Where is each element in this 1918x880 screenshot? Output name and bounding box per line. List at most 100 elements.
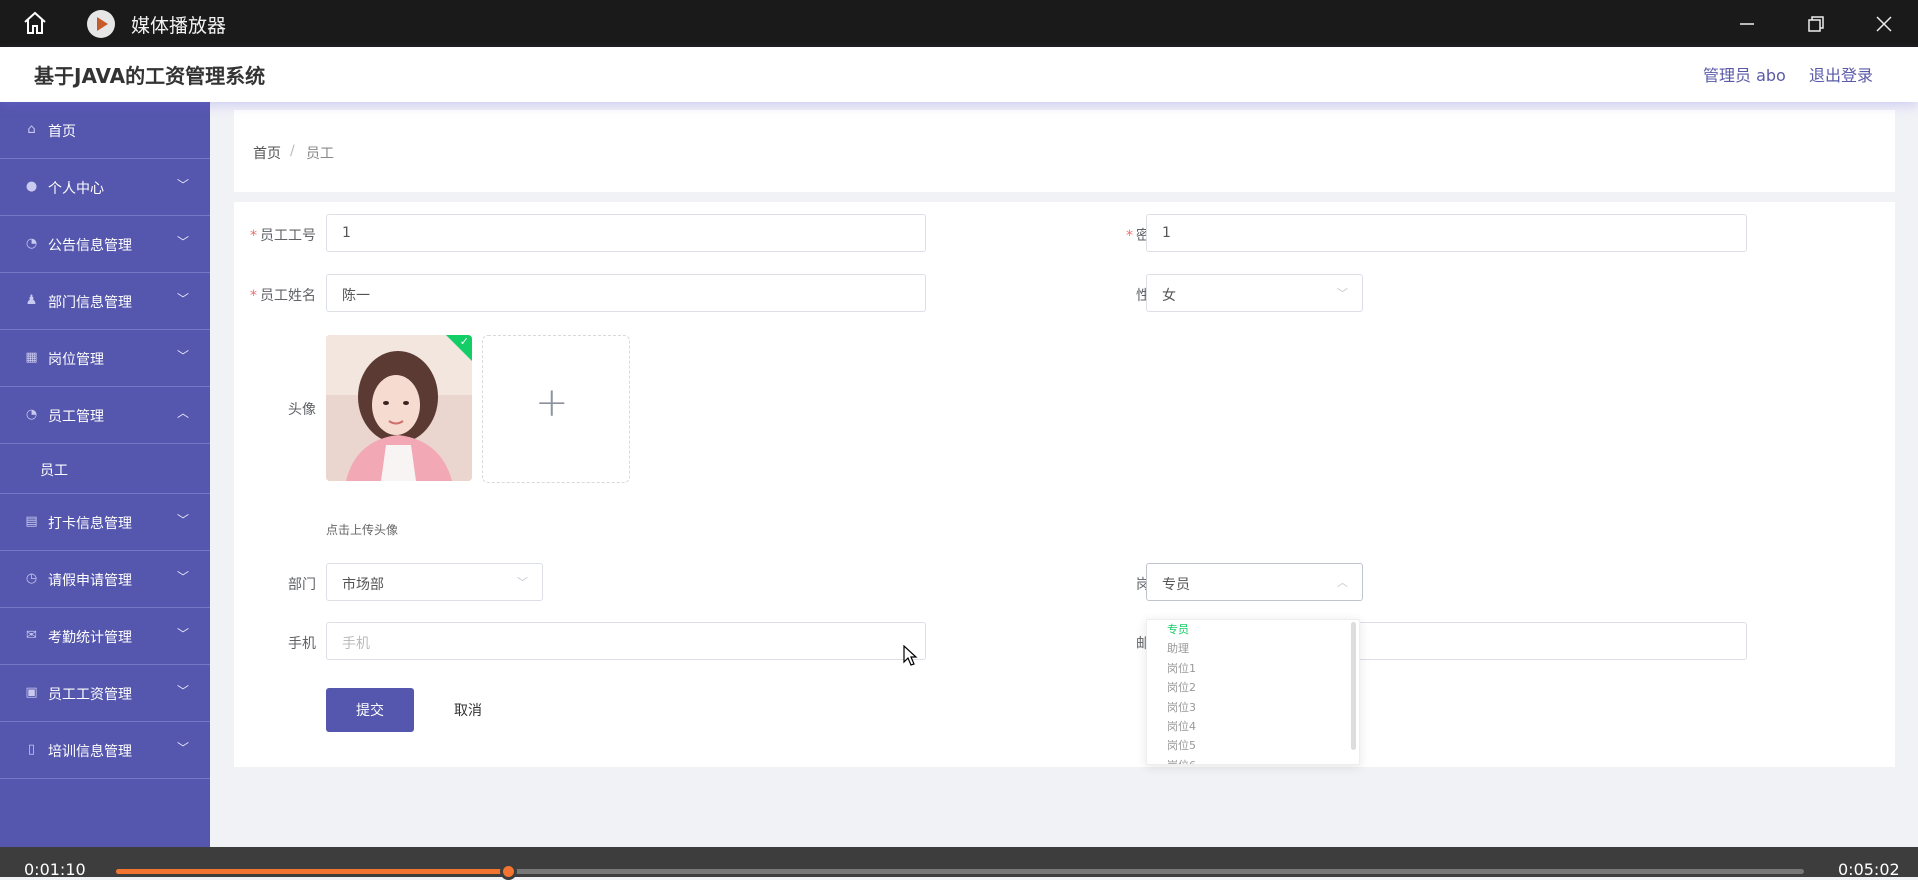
employee-form: *员工工号 1 *密码 1 *员工姓名 陈一 性别 女 ﹀ 头像 ✓ + 点击上… <box>234 202 1895 767</box>
sidebar-item-label: 部门信息管理 <box>48 295 132 311</box>
app-header: 基于JAVA的工资管理系统 管理员 abo 退出登录 <box>0 47 1918 102</box>
dropdown-option[interactable]: 助理 <box>1147 639 1359 658</box>
employee-no-input[interactable]: 1 <box>326 214 926 252</box>
sidebar-item-training[interactable]: ▯ 培训信息管理 ﹀ <box>0 722 210 779</box>
chevron-down-icon: ﹀ <box>177 627 190 641</box>
position-value: 专员 <box>1162 577 1190 593</box>
seek-handle[interactable] <box>499 863 517 880</box>
sidebar-item-clock-in[interactable]: ▤ 打卡信息管理 ﹀ <box>0 494 210 551</box>
mail-icon: ✉ <box>26 628 37 643</box>
sidebar-item-personal-center[interactable]: ● 个人中心 ﹀ <box>0 159 210 216</box>
mouse-cursor-icon <box>903 645 918 666</box>
position-select[interactable]: 专员 ︿ <box>1146 563 1363 601</box>
breadcrumb-current: 员工 <box>306 146 334 162</box>
minimize-icon[interactable] <box>1735 12 1759 36</box>
logout-link[interactable]: 退出登录 <box>1809 62 1873 86</box>
avatar-image[interactable]: ✓ <box>326 335 472 481</box>
restore-icon[interactable] <box>1804 12 1828 36</box>
seek-bar[interactable] <box>116 863 1804 880</box>
submit-button[interactable]: 提交 <box>326 688 414 732</box>
speedometer-icon: ◔ <box>25 407 38 422</box>
gender-value: 女 <box>1162 288 1176 304</box>
player-title: 媒体播放器 <box>131 15 227 37</box>
chevron-down-icon: ﹀ <box>177 178 190 192</box>
dropdown-option[interactable]: 岗位3 <box>1147 698 1359 717</box>
sidebar-item-label: 打卡信息管理 <box>48 516 132 532</box>
chevron-down-icon: ﹀ <box>177 741 190 755</box>
avatar-upload-button[interactable]: + <box>482 335 630 483</box>
sidebar-item-employee-management[interactable]: ◔ 员工管理 ︿ <box>0 387 210 444</box>
media-player-titlebar: 媒体播放器 <box>0 0 1918 47</box>
chevron-up-icon: ︿ <box>1337 576 1348 589</box>
department-select[interactable]: 市场部 ﹀ <box>326 563 543 601</box>
chevron-down-icon: ﹀ <box>177 513 190 527</box>
sidebar-item-leave[interactable]: ◷ 请假申请管理 ﹀ <box>0 551 210 608</box>
media-player-controls: 0:01:10 0:05:02 <box>0 847 1918 880</box>
sidebar-item-label: 请假申请管理 <box>48 573 132 589</box>
sidebar-item-label: 个人中心 <box>48 181 104 197</box>
user-label: 管理员 abo <box>1703 66 1786 85</box>
employee-no-label: * 员工工号 <box>250 228 316 244</box>
chevron-down-icon: ﹀ <box>177 349 190 363</box>
gender-select[interactable]: 女 ﹀ <box>1146 274 1363 312</box>
sidebar-item-label: 考勤统计管理 <box>48 630 132 646</box>
breadcrumb-home[interactable]: 首页 <box>253 143 281 163</box>
sidebar-item-label: 公告信息管理 <box>48 238 132 254</box>
breadcrumb-separator: / <box>290 143 295 159</box>
sidebar-item-salary[interactable]: ▣ 员工工资管理 ﹀ <box>0 665 210 722</box>
person-icon: ♟ <box>25 293 38 308</box>
dropdown-scrollbar[interactable] <box>1351 622 1356 750</box>
chart-icon: ▣ <box>25 685 38 700</box>
chevron-down-icon: ﹀ <box>517 576 528 589</box>
phone-input[interactable]: 手机 <box>326 622 926 660</box>
speedometer-icon: ◔ <box>25 236 38 251</box>
check-icon: ✓ <box>459 335 469 348</box>
sidebar-item-label: 首页 <box>48 124 76 140</box>
sidebar-subitem-employee[interactable]: 员工 <box>0 444 210 494</box>
media-player-logo-icon <box>87 10 115 38</box>
sidebar-item-label: 员工管理 <box>48 409 104 425</box>
plus-icon: + <box>535 380 569 426</box>
dropdown-option[interactable]: 专员 <box>1147 620 1359 639</box>
chevron-down-icon: ﹀ <box>1337 287 1348 300</box>
dropdown-option[interactable]: 岗位6 <box>1147 756 1359 764</box>
phone-icon: ▯ <box>27 742 36 757</box>
total-time: 0:05:02 <box>1838 860 1900 879</box>
department-value: 市场部 <box>342 577 384 593</box>
sidebar-item-announcements[interactable]: ◔ 公告信息管理 ﹀ <box>0 216 210 273</box>
clipboard-icon: ▤ <box>25 514 38 529</box>
dropdown-option[interactable]: 岗位2 <box>1147 678 1359 697</box>
current-time: 0:01:10 <box>24 860 86 879</box>
user-icon: ● <box>25 179 38 194</box>
clock-icon: ◷ <box>25 571 38 586</box>
avatar-upload-hint: 点击上传头像 <box>326 523 399 537</box>
cancel-button[interactable]: 取消 <box>424 688 512 732</box>
sidebar-item-home[interactable]: ⌂ 首页 <box>0 102 210 159</box>
avatar-label: 头像 <box>288 402 316 418</box>
department-label: 部门 <box>288 577 316 593</box>
password-input[interactable]: 1 <box>1146 214 1747 252</box>
seek-bar-progress <box>116 869 508 874</box>
phone-label: 手机 <box>288 636 316 652</box>
chevron-down-icon: ﹀ <box>177 570 190 584</box>
sidebar-item-label: 培训信息管理 <box>48 744 132 760</box>
sidebar-item-positions[interactable]: ▦ 岗位管理 ﹀ <box>0 330 210 387</box>
sidebar-item-departments[interactable]: ♟ 部门信息管理 ﹀ <box>0 273 210 330</box>
close-icon[interactable] <box>1872 12 1896 36</box>
chevron-down-icon: ﹀ <box>177 684 190 698</box>
dropdown-option[interactable]: 岗位1 <box>1147 659 1359 678</box>
employee-name-label: * 员工姓名 <box>250 288 316 304</box>
chevron-up-icon: ︿ <box>177 406 190 420</box>
sidebar-item-label: 员工工资管理 <box>48 687 132 703</box>
chevron-down-icon: ﹀ <box>177 235 190 249</box>
breadcrumb: 首页 / 员工 <box>234 110 1895 192</box>
sidebar-item-label: 岗位管理 <box>48 352 104 368</box>
employee-name-input[interactable]: 陈一 <box>326 274 926 312</box>
position-dropdown: 专员 助理 岗位1 岗位2 岗位3 岗位4 岗位5 岗位6 <box>1146 619 1360 765</box>
home-icon: ⌂ <box>27 122 36 137</box>
dropdown-option[interactable]: 岗位4 <box>1147 717 1359 736</box>
sidebar-item-attendance[interactable]: ✉ 考勤统计管理 ﹀ <box>0 608 210 665</box>
home-icon[interactable] <box>22 10 48 36</box>
grid-icon: ▦ <box>25 350 38 365</box>
dropdown-option[interactable]: 岗位5 <box>1147 736 1359 755</box>
